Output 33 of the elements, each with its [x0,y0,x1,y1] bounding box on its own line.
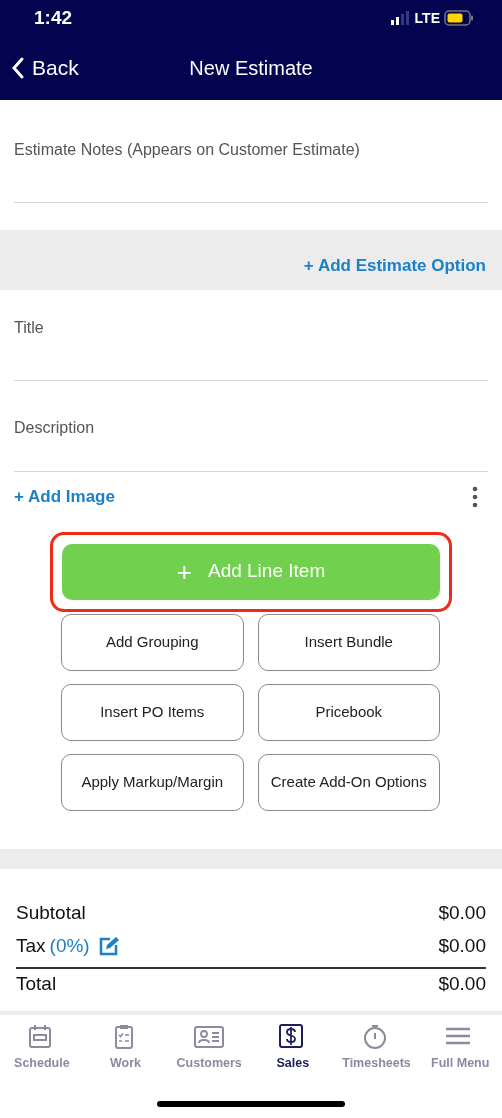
back-button[interactable]: Back [0,52,79,84]
action-button[interactable]: Create Add-On Options [257,753,440,811]
add-option-link[interactable]: + Add Estimate Option [303,252,486,278]
action-button[interactable]: Add Grouping [61,613,244,671]
tab-item[interactable]: Customers [167,1022,251,1079]
add-image-link[interactable]: + Add Image [14,484,115,510]
tab-item[interactable]: Work [83,1022,168,1079]
action-button[interactable]: Pricebook [257,683,440,741]
tab-item[interactable]: Schedule [0,1022,84,1079]
tax-rate-link[interactable]: (0%) [49,931,90,961]
signal-icon [390,11,411,25]
edit-icon[interactable] [97,936,120,956]
total-value: $0.00 [438,972,486,997]
action-button[interactable]: Insert Bundle [257,613,440,671]
status-time: 1:42 [34,5,73,30]
input-field[interactable]: Description [14,416,488,440]
battery-icon [444,10,474,26]
input-field[interactable]: Title [14,316,488,340]
total-label: Tax [16,933,46,958]
total-label: Total [16,972,57,997]
tab-item[interactable]: Sales [251,1022,335,1079]
input-field[interactable]: Estimate Notes (Appears on Customer Estimate) [14,138,488,162]
total-value: $0.00 [438,900,486,925]
network-label: LTE [414,8,440,28]
action-button[interactable]: Apply Markup/Margin [61,753,244,811]
tab-item[interactable]: Full Menu [418,1022,502,1079]
action-button[interactable]: Insert PO Items [61,683,244,741]
back-chevron-icon [12,57,24,79]
tab-item[interactable]: Timesheets [334,1022,419,1079]
more-options-icon[interactable] [472,485,478,508]
total-value: $0.00 [438,933,486,958]
screen-title: New Estimate [189,57,313,79]
total-label: Subtotal [16,900,86,925]
